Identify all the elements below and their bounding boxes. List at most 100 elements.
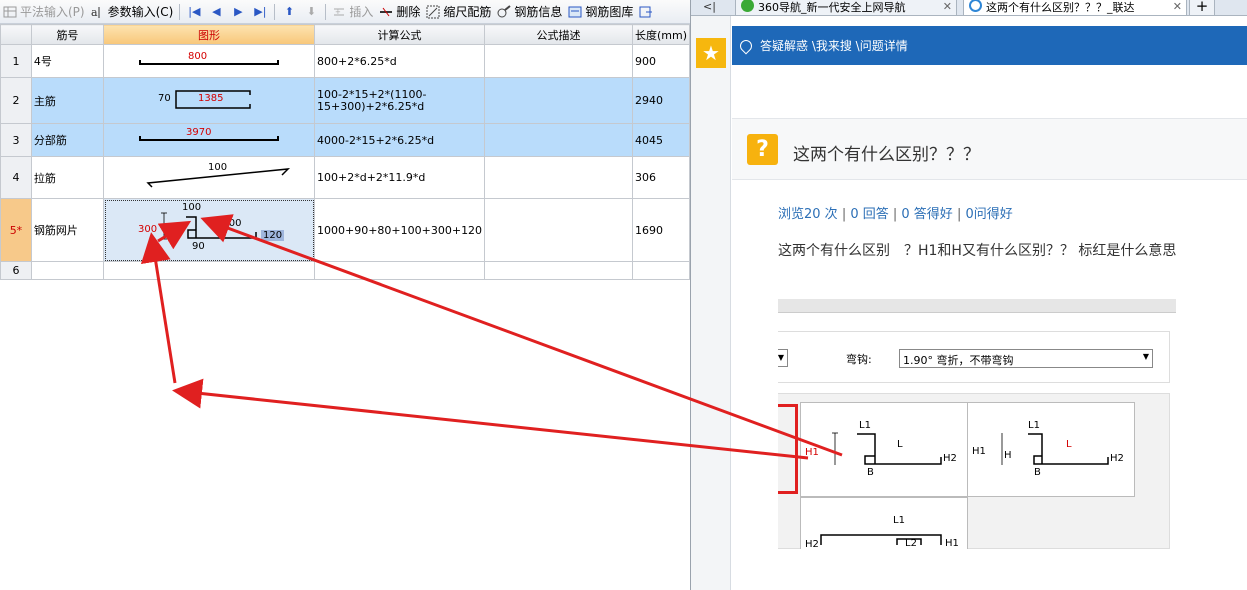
table-row[interactable]: 1 4号 800 800+2*6.25*d 900 (0, 44, 691, 78)
favorites-sidebar: ★ (691, 16, 731, 590)
length-cell[interactable]: 900 (631, 44, 691, 78)
last-record-button[interactable]: ▶| (249, 1, 271, 23)
formula-cell[interactable]: 1000+90+80+100+300+120 (313, 198, 486, 262)
formula-desc-cell[interactable] (484, 198, 633, 262)
shape-cell[interactable] (103, 261, 315, 280)
bar-number-cell[interactable]: 4号 (30, 44, 105, 78)
rebar-library-button[interactable]: 钢筋图库 (565, 1, 636, 23)
browser-tab-bar: <| 360导航_新一代安全上网导航 ✕ 这两个有什么区别？？？_联达 ✕ + (691, 0, 1247, 16)
row-number[interactable]: 3 (0, 123, 32, 157)
rebar-library-icon (568, 5, 582, 19)
next-record-button[interactable]: ▶ (227, 1, 249, 23)
formula-cell[interactable]: 100-2*15+2*(1100-15+300)+2*6.25*d (313, 77, 486, 124)
bar-number-cell[interactable]: 分部筋 (30, 123, 105, 157)
bar-number-cell[interactable]: 拉筋 (30, 156, 105, 199)
shape-cell[interactable]: 100 (103, 156, 315, 199)
table-row[interactable]: 2 主筋 70 1385 100-2*15+2*(1100-15+300)+2*… (0, 77, 691, 124)
flat-input-button[interactable]: 平法输入(P) (0, 1, 88, 23)
answers-link[interactable]: 0 回答 (850, 207, 888, 222)
shape-dimension-selected[interactable]: 120 (261, 230, 285, 241)
scale-rebar-button[interactable]: 缩尺配筋 (423, 1, 494, 23)
red-highlight-bracket (778, 404, 798, 494)
shape-option-1[interactable]: L1 L H1 H2 B (800, 402, 968, 497)
formula-cell[interactable]: 800+2*6.25*d (313, 44, 486, 78)
hook-select[interactable]: 1.90° 弯折，不带弯钩 ▼ (899, 349, 1153, 368)
tab-label: 这两个有什么区别？？？_联达 (986, 1, 1135, 14)
insert-button[interactable]: + 插入 (329, 1, 376, 23)
col-header-shape[interactable]: 图形 (103, 24, 315, 45)
length-cell[interactable]: 1690 (631, 198, 691, 262)
shape-option-3[interactable]: L1 H2 H1 L2 (800, 497, 968, 549)
length-cell[interactable]: 4045 (631, 123, 691, 157)
scale-rebar-icon (426, 5, 440, 19)
last-icon: ▶| (254, 5, 267, 18)
formula-icon: a (91, 5, 105, 19)
shape-cell[interactable]: 800 (103, 44, 315, 78)
length-cell[interactable]: 2940 (631, 77, 691, 124)
length-cell[interactable]: 306 (631, 156, 691, 199)
delete-label: 删除 (396, 5, 421, 19)
views-link[interactable]: 浏览20 次 (778, 207, 838, 222)
star-icon[interactable]: ★ (696, 38, 726, 68)
formula-desc-cell[interactable] (484, 156, 633, 199)
formula-desc-cell[interactable] (484, 77, 633, 124)
row-number[interactable]: 1 (0, 44, 32, 78)
insert-row-icon: + (332, 5, 346, 19)
row-number[interactable]: 5* (0, 198, 32, 262)
new-tab-button[interactable]: + (1189, 0, 1215, 15)
formula-desc-cell[interactable] (484, 44, 633, 78)
diagram-label: H2 (1110, 453, 1124, 464)
param-input-button[interactable]: a 参数输入(C) (88, 1, 177, 23)
move-up-button[interactable]: ⬆ (278, 1, 300, 23)
page-footer-space (732, 565, 1247, 590)
delete-button[interactable]: 删除 (376, 1, 423, 23)
shape-cell[interactable]: 70 1385 (103, 77, 315, 124)
question-body: 这两个有什么区别 ？H1和H又有什么区别？？ 标红是什么意思 (778, 243, 1177, 259)
shape-option-2[interactable]: L1 L H1 H H2 B (967, 402, 1135, 497)
close-tab-icon[interactable]: ✕ (943, 0, 952, 13)
breadcrumb[interactable]: 答疑解惑 \我来搜 \问题详情 (760, 37, 908, 54)
row-number[interactable]: 4 (0, 156, 32, 199)
prev-record-button[interactable]: ◀ (205, 1, 227, 23)
col-header-formula[interactable]: 计算公式 (313, 24, 486, 45)
shape-dimension: 3970 (186, 127, 212, 138)
bar-number-cell[interactable]: 钢筋网片 (30, 198, 105, 262)
good-answers-link[interactable]: 0 答得好 (901, 207, 952, 222)
bar-number-cell[interactable]: 主筋 (30, 77, 105, 124)
formula-cell[interactable]: 4000-2*15+2*6.25*d (313, 123, 486, 157)
formula-desc-cell[interactable] (484, 123, 633, 157)
browser-tab-active[interactable]: 这两个有什么区别？？？_联达 ✕ (963, 0, 1187, 15)
diagram-label: H1 (972, 446, 986, 457)
move-down-button[interactable]: ⬇ (300, 1, 322, 23)
close-tab-icon[interactable]: ✕ (1173, 0, 1182, 13)
browser-tab[interactable]: 360导航_新一代安全上网导航 ✕ (735, 0, 957, 15)
diagram-label: H1 (945, 538, 959, 549)
col-header-formula-desc[interactable]: 公式描述 (484, 24, 633, 45)
row-number[interactable]: 2 (0, 77, 32, 124)
editor-toolbar: 平法输入(P) a 参数输入(C) |◀ ◀ ▶ ▶| ⬆ ⬇ + 插入 删除 … (0, 0, 690, 24)
more-button[interactable] (636, 1, 659, 23)
table-row[interactable]: 6 (0, 261, 691, 280)
back-arrow-icon[interactable]: <| (703, 0, 716, 13)
bar-number-cell[interactable] (30, 261, 105, 280)
shape-dimension: 800 (188, 51, 208, 62)
length-cell[interactable] (631, 261, 691, 280)
first-record-button[interactable]: |◀ (183, 1, 205, 23)
rebar-info-button[interactable]: 钢筋信息 (494, 1, 565, 23)
diagram-label: L (897, 439, 903, 450)
col-header-length[interactable]: 长度(mm) (631, 24, 691, 45)
good-questions-link[interactable]: 0问得好 (965, 207, 1012, 222)
table-row[interactable]: 4 拉筋 100 100+2*d+2*11.9*d 306 (0, 156, 691, 199)
col-header-bar-number[interactable]: 筋号 (30, 24, 105, 45)
formula-cell[interactable] (313, 261, 486, 280)
row-number[interactable]: 6 (0, 261, 32, 280)
dropdown-arrow-icon[interactable]: ▼ (778, 349, 788, 367)
location-pin-icon (737, 37, 755, 54)
table-icon (3, 5, 17, 19)
shape-cell[interactable]: 100 300 80 1000 90 120 (103, 198, 315, 262)
formula-desc-cell[interactable] (484, 261, 633, 280)
table-row[interactable]: 5* 钢筋网片 100 300 80 1000 90 120 1000+90+8… (0, 198, 691, 262)
shape-cell[interactable]: 3970 (103, 123, 315, 157)
table-row[interactable]: 3 分部筋 3970 4000-2*15+2*6.25*d 4045 (0, 123, 691, 157)
formula-cell[interactable]: 100+2*d+2*11.9*d (313, 156, 486, 199)
